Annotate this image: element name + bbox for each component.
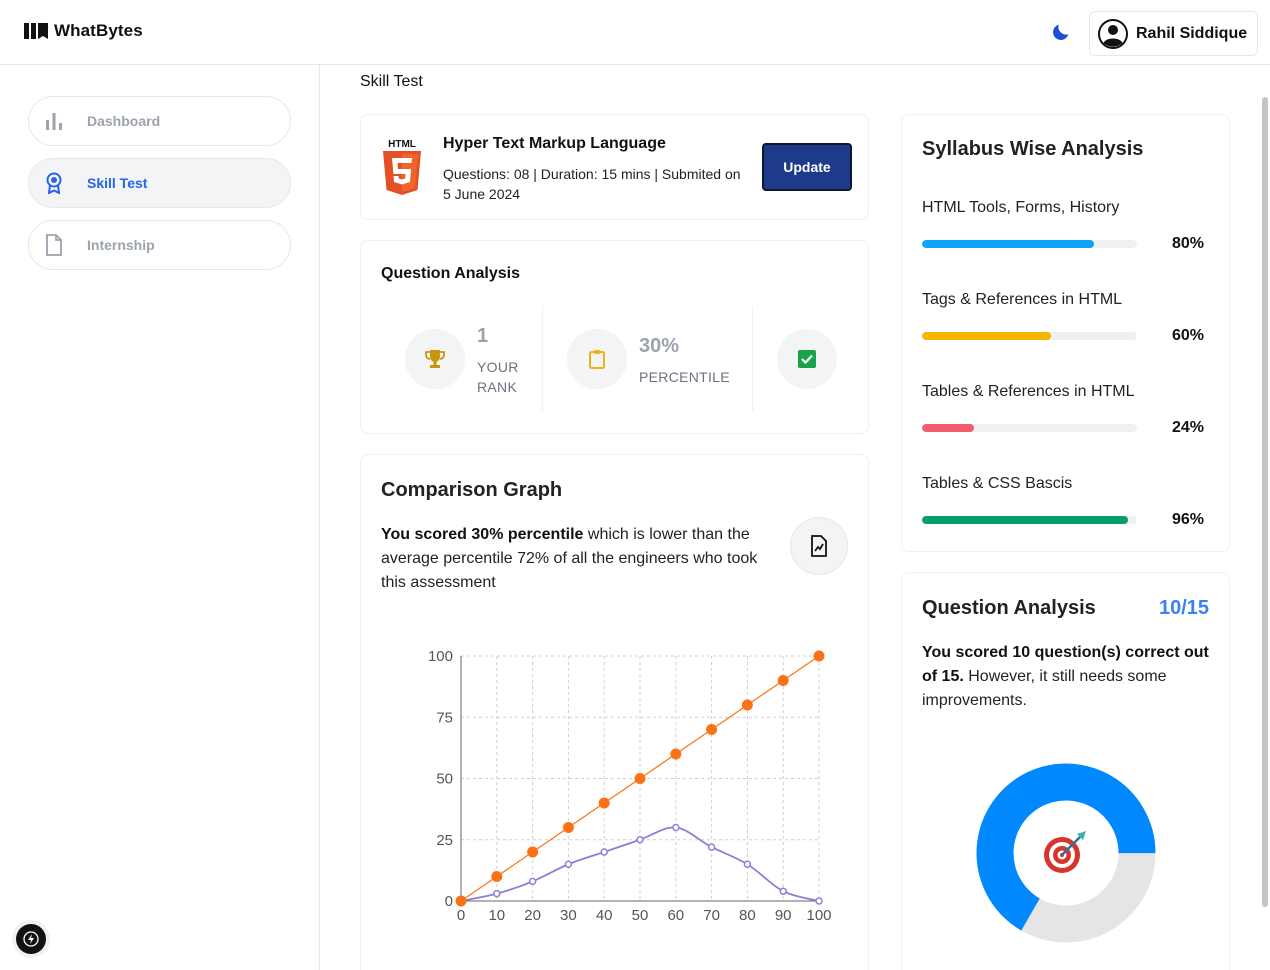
user-name: Rahil Siddique <box>1136 24 1248 42</box>
rank-value: 1 <box>477 325 489 347</box>
svg-text:HTML: HTML <box>388 139 416 150</box>
page-scrollbar[interactable] <box>1262 97 1268 907</box>
data-point <box>743 860 752 868</box>
x-tick-label: 80 <box>739 907 756 924</box>
sidebar-item-internship[interactable]: Internship <box>28 220 291 270</box>
score-donut-chart <box>976 763 1156 943</box>
test-meta: Questions: 08 | Duration: 15 mins | Subm… <box>443 166 741 202</box>
y-tick-label: 100 <box>428 648 453 665</box>
data-point <box>779 887 787 895</box>
x-tick-label: 0 <box>457 907 465 924</box>
percentile-value: 30% <box>639 335 680 357</box>
avatar-icon <box>1098 18 1128 49</box>
clipboard-icon <box>567 329 627 389</box>
divider <box>542 306 543 411</box>
data-point <box>564 860 573 868</box>
data-point <box>706 724 718 735</box>
top-header: WhatBytes Rahil Siddique <box>0 0 1270 65</box>
data-point <box>562 822 574 833</box>
x-tick-label: 70 <box>703 907 720 924</box>
comparison-graph-card: Comparison Graph You scored 30% percenti… <box>360 454 869 970</box>
comparison-line-chart: 0 10 20 30 40 50 60 70 80 90 100 0 25 50 75 100 <box>428 648 832 924</box>
syllabus-analysis-card: Syllabus Wise Analysis HTML Tools, Forms… <box>901 114 1230 552</box>
y-tick-label: 50 <box>436 771 453 788</box>
sidebar-item-dashboard[interactable]: Dashboard <box>28 96 291 146</box>
data-point <box>741 699 753 711</box>
x-tick-label: 90 <box>775 907 792 924</box>
html5-icon: HTML <box>383 139 421 195</box>
data-point <box>707 843 716 851</box>
section-title: Question Analysis <box>381 265 520 282</box>
logo-icon <box>24 23 48 39</box>
data-point <box>600 848 608 856</box>
test-info-card: HTML Hyper Text Markup Language Question… <box>360 114 869 220</box>
syllabus-percent: 24% <box>1172 419 1205 436</box>
x-tick-label: 30 <box>560 907 577 924</box>
update-button[interactable]: Update <box>762 143 852 191</box>
x-tick-label: 10 <box>488 907 505 924</box>
y-tick-label: 25 <box>436 832 453 849</box>
target-icon <box>1044 831 1086 873</box>
sidebar-item-label: Skill Test <box>87 175 148 191</box>
syllabus-percent: 60% <box>1172 327 1205 344</box>
user-profile-button[interactable]: Rahil Siddique <box>1089 11 1258 56</box>
syllabus-progress-fill <box>922 424 974 432</box>
sidebar-item-skill-test[interactable]: Skill Test <box>28 158 291 208</box>
data-point <box>636 836 644 844</box>
syllabus-progress-fill <box>922 516 1129 524</box>
data-point <box>672 823 680 832</box>
syllabus-percent: 96% <box>1172 511 1205 528</box>
data-point <box>815 897 823 905</box>
data-point <box>813 650 825 662</box>
syllabus-progress-bar <box>922 332 1137 340</box>
data-point <box>598 797 610 809</box>
syllabus-progress-bar <box>922 424 1137 432</box>
y-tick-label: 75 <box>436 709 453 726</box>
brand-name: WhatBytes <box>54 21 143 40</box>
check-square-icon <box>777 329 837 389</box>
data-point <box>634 773 646 784</box>
rank-label-line1: YOUR <box>477 359 519 375</box>
syllabus-item-label: Tables & CSS Bascis <box>922 475 1073 492</box>
syllabus-progress-fill <box>922 332 1051 340</box>
sidebar-item-label: Dashboard <box>87 113 161 129</box>
data-point <box>491 871 503 882</box>
trophy-icon <box>405 329 465 389</box>
test-title: Hyper Text Markup Language <box>443 135 666 152</box>
bar-chart-icon <box>43 110 65 132</box>
rank-label-line2: RANK <box>477 379 518 395</box>
question-analysis-score-card: Question Analysis 10/15 You scored 10 qu… <box>901 572 1230 970</box>
syllabus-progress-fill <box>922 240 1094 248</box>
syllabus-percent: 80% <box>1172 235 1205 252</box>
syllabus-item-label: Tags & References in HTML <box>922 291 1123 308</box>
dark-mode-toggle-icon[interactable] <box>1050 21 1072 43</box>
award-icon <box>43 172 65 194</box>
syllabus-item-label: Tables & References in HTML <box>922 383 1135 400</box>
brand-logo[interactable]: WhatBytes <box>24 21 143 41</box>
divider <box>752 306 753 411</box>
section-title: Syllabus Wise Analysis <box>922 138 1144 160</box>
y-tick-label: 0 <box>445 893 453 910</box>
x-tick-label: 20 <box>524 907 541 924</box>
syllabus-progress-bar <box>922 240 1137 248</box>
syllabus-progress-bar <box>922 516 1137 524</box>
x-tick-label: 40 <box>596 907 613 924</box>
data-point <box>493 889 501 898</box>
data-point <box>528 877 537 886</box>
data-point <box>455 895 467 907</box>
data-point <box>670 748 682 760</box>
x-tick-label: 100 <box>806 907 831 924</box>
syllabus-item-label: HTML Tools, Forms, History <box>922 199 1120 216</box>
x-tick-label: 50 <box>632 907 649 924</box>
file-icon <box>43 234 65 256</box>
bolt-icon[interactable] <box>16 924 46 954</box>
page-title: Skill Test <box>360 73 423 90</box>
question-analysis-stats-card: Question Analysis 1 YOUR RANK 30% PERCEN… <box>360 240 869 434</box>
sidebar: Dashboard Skill Test Internship <box>0 65 320 970</box>
sidebar-item-label: Internship <box>87 237 155 253</box>
data-point <box>777 675 789 686</box>
x-tick-label: 60 <box>667 907 684 924</box>
percentile-label: PERCENTILE <box>639 369 730 385</box>
data-point <box>527 846 539 858</box>
